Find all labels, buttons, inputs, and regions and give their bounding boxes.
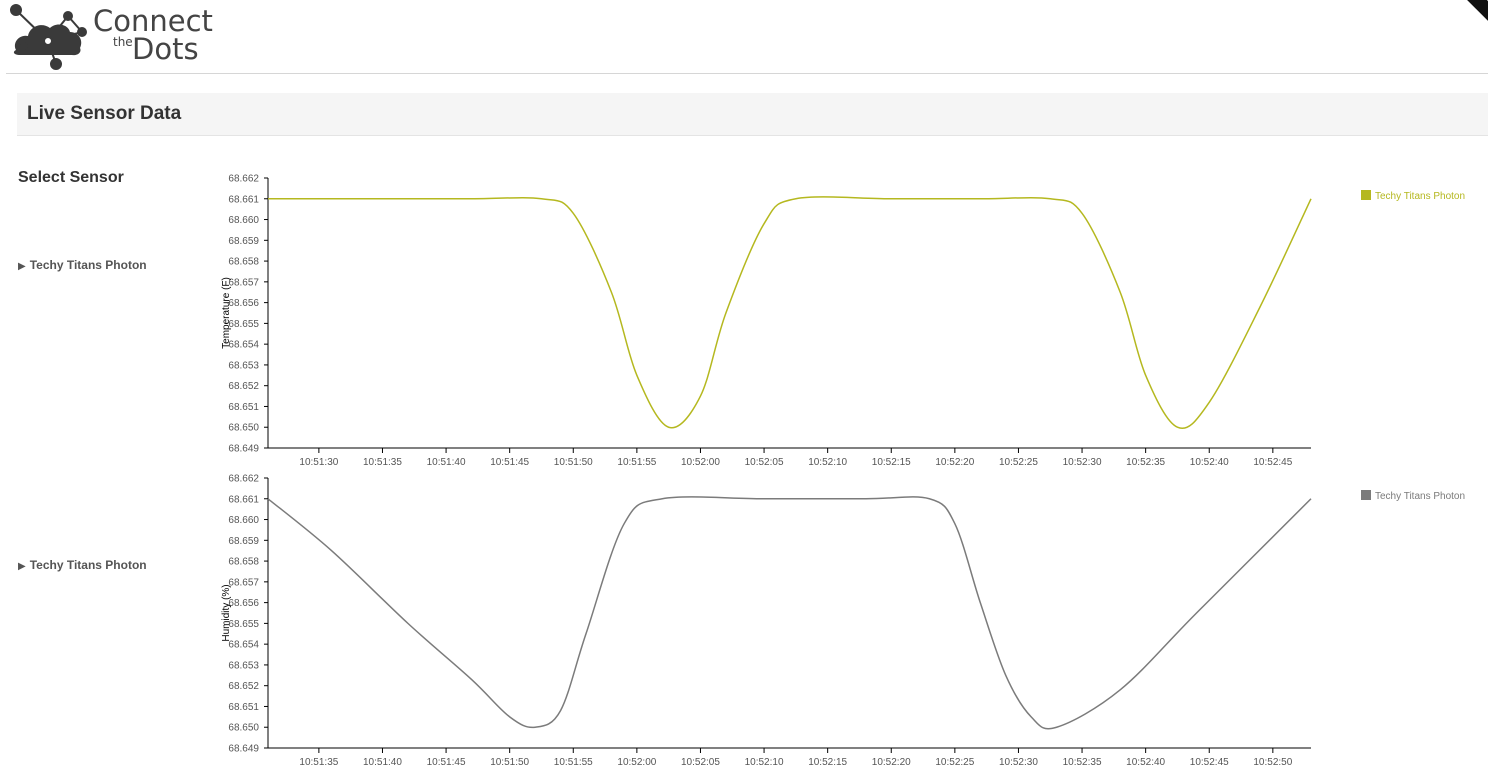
humidity-legend[interactable]: Techy Titans Photon bbox=[1361, 490, 1466, 502]
x-tick-label: 10:52:45 bbox=[1253, 457, 1292, 468]
y-tick-label: 68.657 bbox=[228, 277, 259, 288]
legend-swatch bbox=[1361, 190, 1371, 201]
x-tick-label: 10:52:40 bbox=[1126, 757, 1165, 768]
x-tick-label: 10:52:10 bbox=[745, 757, 784, 768]
header-divider bbox=[6, 73, 1488, 74]
x-tick-label: 10:52:00 bbox=[617, 757, 656, 768]
y-tick-label: 68.656 bbox=[228, 298, 259, 309]
x-tick-label: 10:52:35 bbox=[1126, 457, 1165, 468]
page-title: Live Sensor Data bbox=[27, 103, 182, 124]
y-tick-label: 68.658 bbox=[228, 557, 259, 568]
temperature-chart: 68.662 68.661 68.660 68.659 68.658 68.657 68.6… bbox=[221, 174, 1312, 468]
y-tick-label: 68.657 bbox=[228, 577, 259, 588]
y-tick-label: 68.652 bbox=[228, 381, 259, 392]
y-tick-label: 68.655 bbox=[228, 319, 259, 330]
x-tick-label: 10:52:10 bbox=[808, 457, 847, 468]
x-tick-label: 10:51:35 bbox=[299, 757, 338, 768]
y-tick-label: 68.654 bbox=[228, 640, 259, 651]
y-tick-label: 68.661 bbox=[228, 194, 259, 205]
legend-label: Techy Titans Photon bbox=[1375, 491, 1466, 502]
y-tick-label: 68.650 bbox=[228, 723, 259, 734]
x-tick-label: 10:51:40 bbox=[427, 457, 466, 468]
section-bar: Live Sensor Data bbox=[17, 93, 1488, 136]
x-tick-label: 10:51:55 bbox=[554, 757, 593, 768]
x-tick-label: 10:52:00 bbox=[681, 457, 720, 468]
y-tick-label: 68.662 bbox=[228, 174, 259, 185]
x-tick-label: 10:51:50 bbox=[554, 457, 593, 468]
y-tick-label: 68.652 bbox=[228, 681, 259, 692]
y-tick-label: 68.655 bbox=[228, 619, 259, 630]
header: Connect the Dots bbox=[0, 0, 1488, 73]
x-tick-label: 10:52:15 bbox=[808, 757, 847, 768]
x-tick-label: 10:51:40 bbox=[363, 757, 402, 768]
y-tick-label: 68.659 bbox=[228, 536, 259, 547]
y-tick-label: 68.659 bbox=[228, 236, 259, 247]
legend-label: Techy Titans Photon bbox=[1375, 191, 1466, 202]
x-tick-label: 10:51:45 bbox=[490, 457, 529, 468]
x-tick-label: 10:52:30 bbox=[1063, 457, 1102, 468]
x-tick-label: 10:52:50 bbox=[1253, 757, 1292, 768]
y-tick-label: 68.658 bbox=[228, 257, 259, 268]
temperature-legend[interactable]: Techy Titans Photon bbox=[1361, 190, 1466, 202]
y-tick-label: 68.651 bbox=[228, 702, 259, 713]
x-tick-label: 10:52:20 bbox=[935, 457, 974, 468]
x-tick-label: 10:52:25 bbox=[999, 457, 1038, 468]
x-tick-label: 10:51:55 bbox=[617, 457, 656, 468]
humidity-chart: 68.662 68.661 68.660 68.659 68.658 68.657 68.6… bbox=[221, 474, 1312, 768]
logo-the-text: the bbox=[113, 35, 133, 49]
y-tick-label: 68.662 bbox=[228, 474, 259, 485]
x-tick-label: 10:52:25 bbox=[935, 757, 974, 768]
series-line bbox=[267, 196, 1312, 430]
y-axis-label: Temperature (F) bbox=[221, 277, 232, 349]
corner-ribbon[interactable] bbox=[1448, 0, 1488, 40]
y-tick-label: 68.649 bbox=[228, 744, 259, 755]
x-tick-label: 10:51:35 bbox=[363, 457, 402, 468]
x-tick-label: 10:52:05 bbox=[681, 757, 720, 768]
y-tick-label: 68.654 bbox=[228, 340, 259, 351]
legend-swatch bbox=[1361, 490, 1371, 501]
y-tick-label: 68.660 bbox=[228, 215, 259, 226]
y-axis-label: Humidity (%) bbox=[221, 584, 232, 641]
series-line bbox=[267, 496, 1312, 730]
x-tick-label: 10:52:05 bbox=[745, 457, 784, 468]
x-tick-label: 10:52:15 bbox=[872, 457, 911, 468]
connect-the-dots-logo-icon bbox=[10, 4, 87, 70]
x-tick-label: 10:51:45 bbox=[427, 757, 466, 768]
x-tick-label: 10:52:40 bbox=[1190, 457, 1229, 468]
x-tick-label: 10:52:20 bbox=[872, 757, 911, 768]
y-tick-label: 68.653 bbox=[228, 660, 259, 671]
x-tick-label: 10:52:35 bbox=[1063, 757, 1102, 768]
y-tick-label: 68.653 bbox=[228, 360, 259, 371]
y-tick-label: 68.649 bbox=[228, 444, 259, 455]
y-tick-label: 68.660 bbox=[228, 515, 259, 526]
y-tick-label: 68.656 bbox=[228, 598, 259, 609]
x-tick-label: 10:51:30 bbox=[299, 457, 338, 468]
logo-dots-text: Dots bbox=[132, 32, 199, 66]
x-tick-label: 10:52:45 bbox=[1190, 757, 1229, 768]
y-tick-label: 68.651 bbox=[228, 402, 259, 413]
y-tick-label: 68.661 bbox=[228, 494, 259, 505]
x-tick-label: 10:51:50 bbox=[490, 757, 529, 768]
y-tick-label: 68.650 bbox=[228, 423, 259, 434]
x-tick-label: 10:52:30 bbox=[999, 757, 1038, 768]
